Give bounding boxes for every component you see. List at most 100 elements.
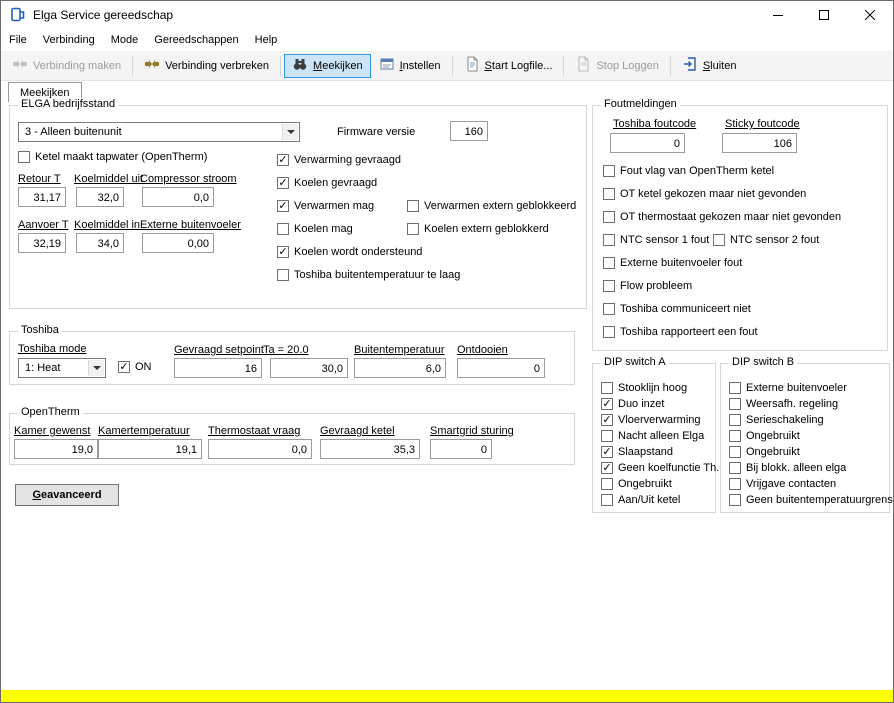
stop-log-icon bbox=[575, 56, 591, 75]
toolbar-meekijken-button[interactable]: Meekijken bbox=[284, 53, 371, 78]
sticky-foutcode-field[interactable]: 106 bbox=[722, 133, 797, 153]
elga-mode-dropdown-button[interactable] bbox=[282, 124, 298, 140]
disconnect-icon bbox=[144, 56, 160, 75]
geavanceerd-button[interactable]: Geavanceerd bbox=[15, 484, 119, 506]
compressor-stroom-field[interactable]: 0,0 bbox=[142, 187, 214, 207]
checkbox-externe-buitenvoeler-fout[interactable]: Externe buitenvoeler fout bbox=[603, 257, 742, 269]
toolbar-verbinding-maken-button[interactable]: Verbinding maken bbox=[4, 54, 129, 78]
close-button[interactable] bbox=[847, 1, 893, 29]
checkbox-toshiba-on[interactable]: ✓ ON bbox=[118, 361, 152, 373]
toolbar: Verbinding maken Verbinding verbreken Me… bbox=[1, 51, 893, 81]
checkbox-verwarming-gevraagd[interactable]: ✓ Verwarming gevraagd bbox=[277, 154, 401, 166]
toshiba-foutcode-field[interactable]: 0 bbox=[610, 133, 685, 153]
checkbox-stooklijn-hoog[interactable]: Stooklijn hoog bbox=[601, 382, 687, 394]
checkbox-box bbox=[601, 478, 613, 490]
checkbox-label: Serieschakeling bbox=[746, 414, 824, 426]
checkbox-verwarmen-extern-geblokkeerd[interactable]: Verwarmen extern geblokkeerd bbox=[407, 200, 576, 212]
checkbox-label: Externe buitenvoeler bbox=[746, 382, 847, 394]
checkbox-box bbox=[603, 188, 615, 200]
toolbar-instellen-button[interactable]: Instellen bbox=[371, 54, 449, 78]
checkbox-box: ✓ bbox=[601, 414, 613, 426]
checkbox-bij-blokk-alleen-elga[interactable]: Bij blokk. alleen elga bbox=[729, 462, 846, 474]
aanvoer-t-field[interactable]: 32,19 bbox=[18, 233, 66, 253]
checkbox-dipb-ongebruikt-1[interactable]: Ongebruikt bbox=[729, 430, 800, 442]
checkbox-weersafh-regeling[interactable]: Weersafh. regeling bbox=[729, 398, 838, 410]
checkbox-label: Toshiba buitentemperatuur te laag bbox=[294, 269, 461, 281]
checkbox-vloerverwarming[interactable]: ✓ Vloerverwarming bbox=[601, 414, 701, 426]
gevraagd-ketel-field[interactable]: 35,3 bbox=[320, 439, 420, 459]
checkbox-fout-vlag-opentherm-ketel[interactable]: Fout vlag van OpenTherm ketel bbox=[603, 165, 774, 177]
checkbox-verwarmen-mag[interactable]: ✓ Verwarmen mag bbox=[277, 200, 374, 212]
toshiba-mode-dropdown-button[interactable] bbox=[88, 360, 104, 376]
checkbox-slaapstand[interactable]: ✓ Slaapstand bbox=[601, 446, 673, 458]
elga-mode-select[interactable]: 3 - Alleen buitenunit bbox=[18, 122, 300, 142]
checkbox-vrijgave-contacten[interactable]: Vrijgave contacten bbox=[729, 478, 836, 490]
binoculars-icon bbox=[292, 56, 308, 75]
smartgrid-sturing-field[interactable]: 0 bbox=[430, 439, 492, 459]
checkbox-geen-koelfunctie-th[interactable]: ✓ Geen koelfunctie Th. bbox=[601, 462, 719, 474]
koelmiddel-in-field[interactable]: 34,0 bbox=[76, 233, 124, 253]
checkbox-koelen-extern-geblokkerd[interactable]: Koelen extern geblokkerd bbox=[407, 223, 549, 235]
group-toshiba: Toshiba Toshiba mode 1: Heat ✓ ON Gevraa… bbox=[9, 324, 575, 385]
menu-verbinding[interactable]: Verbinding bbox=[35, 30, 103, 50]
checkbox-box bbox=[601, 430, 613, 442]
checkbox-dipb-ongebruikt-2[interactable]: Ongebruikt bbox=[729, 446, 800, 458]
thermostaat-vraag-field[interactable]: 0,0 bbox=[208, 439, 312, 459]
checkbox-nacht-alleen-elga[interactable]: Nacht alleen Elga bbox=[601, 430, 704, 442]
checkbox-ntc-sensor-2-fout[interactable]: NTC sensor 2 fout bbox=[713, 234, 819, 246]
checkbox-flow-probleem[interactable]: Flow probleem bbox=[603, 280, 692, 292]
maximize-icon bbox=[819, 10, 829, 20]
externe-buitenvoeler-field[interactable]: 0,00 bbox=[142, 233, 214, 253]
retour-t-field[interactable]: 31,17 bbox=[18, 187, 66, 207]
checkbox-ot-thermostaat-niet-gevonden[interactable]: OT thermostaat gekozen maar niet gevonde… bbox=[603, 211, 841, 223]
sticky-foutcode-label: Sticky foutcode bbox=[725, 118, 800, 130]
buitentemperatuur-label: Buitentemperatuur bbox=[354, 344, 445, 356]
exit-icon bbox=[682, 56, 698, 75]
gevraagd-setpoint-label: Gevraagd setpoint bbox=[174, 344, 264, 356]
minimize-button[interactable] bbox=[755, 1, 801, 29]
firmware-versie-field[interactable]: 160 bbox=[450, 121, 488, 141]
menu-gereedschappen[interactable]: Gereedschappen bbox=[146, 30, 246, 50]
gevraagd-setpoint-field[interactable]: 16 bbox=[174, 358, 262, 378]
checkbox-ntc-sensor-1-fout[interactable]: NTC sensor 1 fout bbox=[603, 234, 709, 246]
checkbox-toshiba-communiceert-niet[interactable]: Toshiba communiceert niet bbox=[603, 303, 751, 315]
toshiba-mode-select[interactable]: 1: Heat bbox=[18, 358, 106, 378]
menu-help[interactable]: Help bbox=[247, 30, 286, 50]
toolbar-start-logfile-button[interactable]: Start Logfile... bbox=[456, 54, 561, 78]
kamertemperatuur-field[interactable]: 19,1 bbox=[98, 439, 202, 459]
checkbox-ketel-maakt-tapwater[interactable]: Ketel maakt tapwater (OpenTherm) bbox=[18, 151, 207, 163]
checkbox-box: ✓ bbox=[118, 361, 130, 373]
toolbar-sluiten-button[interactable]: Sluiten bbox=[674, 54, 745, 78]
checkbox-koelen-gevraagd[interactable]: ✓ Koelen gevraagd bbox=[277, 177, 377, 189]
toolbar-stop-loggen-button[interactable]: Stop Loggen bbox=[567, 54, 666, 78]
retour-t-label: Retour T bbox=[18, 173, 61, 185]
group-dip-a-title: DIP switch A bbox=[601, 356, 669, 368]
menu-file[interactable]: File bbox=[1, 30, 35, 50]
checkbox-koelen-mag[interactable]: Koelen mag bbox=[277, 223, 353, 235]
kamertemperatuur-label: Kamertemperatuur bbox=[98, 425, 190, 437]
checkbox-duo-inzet[interactable]: ✓ Duo inzet bbox=[601, 398, 664, 410]
checkbox-ot-ketel-niet-gevonden[interactable]: OT ketel gekozen maar niet gevonden bbox=[603, 188, 806, 200]
app-icon[interactable] bbox=[10, 7, 26, 23]
ontdooien-field[interactable]: 0 bbox=[457, 358, 545, 378]
checkbox-label: OT ketel gekozen maar niet gevonden bbox=[620, 188, 807, 200]
kamer-gewenst-field[interactable]: 19,0 bbox=[14, 439, 98, 459]
buitentemperatuur-field[interactable]: 6,0 bbox=[354, 358, 446, 378]
checkbox-box bbox=[603, 257, 615, 269]
checkbox-serieschakeling[interactable]: Serieschakeling bbox=[729, 414, 824, 426]
checkbox-aan-uit-ketel[interactable]: Aan/Uit ketel bbox=[601, 494, 680, 506]
checkbox-toshiba-buitentemperatuur-te-laag[interactable]: Toshiba buitentemperatuur te laag bbox=[277, 269, 460, 281]
checkbox-koelen-wordt-ondersteund[interactable]: ✓ Koelen wordt ondersteund bbox=[277, 246, 422, 258]
checkbox-geen-buitentemperatuurgrens[interactable]: Geen buitentemperatuurgrens bbox=[729, 494, 893, 506]
maximize-button[interactable] bbox=[801, 1, 847, 29]
toolbar-instellen-label: Instellen bbox=[399, 59, 441, 72]
checkbox-dipb-externe-buitenvoeler[interactable]: Externe buitenvoeler bbox=[729, 382, 847, 394]
koelmiddel-uit-field[interactable]: 32,0 bbox=[76, 187, 124, 207]
menu-mode[interactable]: Mode bbox=[103, 30, 147, 50]
checkbox-toshiba-rapporteert-fout[interactable]: Toshiba rapporteert een fout bbox=[603, 326, 758, 338]
ta-field[interactable]: 30,0 bbox=[270, 358, 348, 378]
checkbox-dipa-ongebruikt[interactable]: Ongebruikt bbox=[601, 478, 672, 490]
group-opentherm-title: OpenTherm bbox=[18, 406, 83, 418]
menubar: File Verbinding Mode Gereedschappen Help bbox=[1, 29, 893, 51]
toolbar-verbinding-verbreken-button[interactable]: Verbinding verbreken bbox=[136, 54, 277, 78]
